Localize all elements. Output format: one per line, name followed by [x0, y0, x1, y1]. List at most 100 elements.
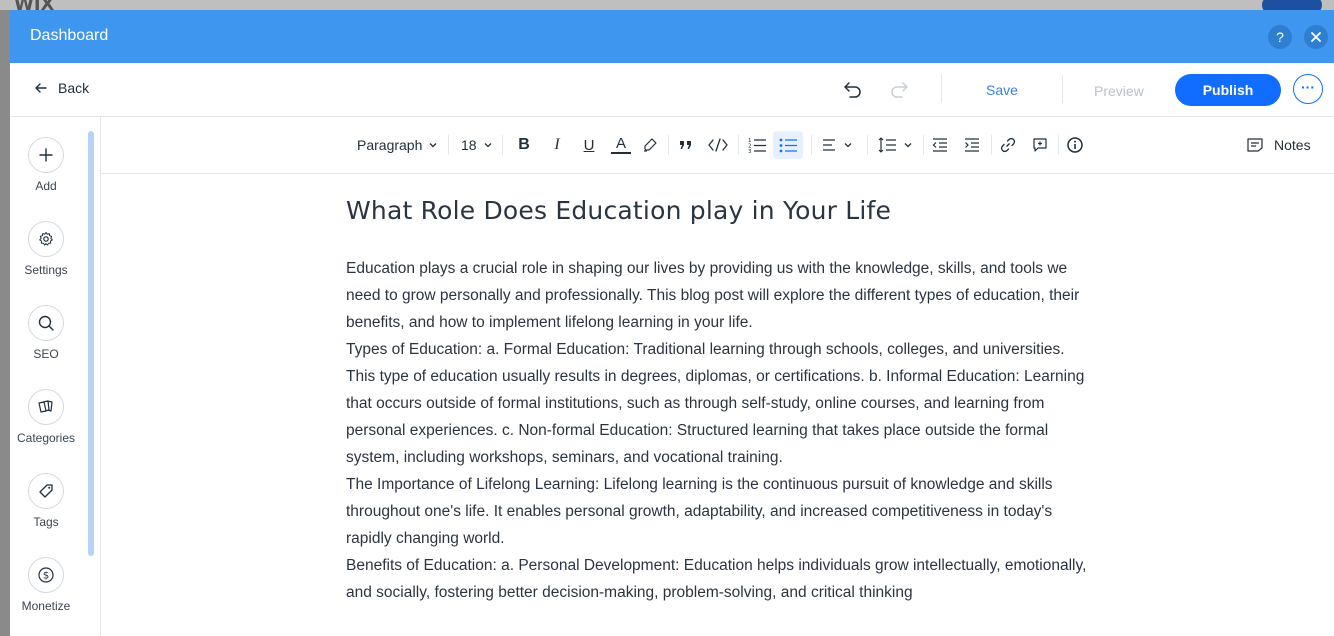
underline-icon: U — [583, 136, 595, 154]
outdent-icon — [932, 138, 947, 152]
svg-text:$: $ — [43, 571, 49, 582]
bold-button[interactable]: B — [514, 135, 534, 155]
question-icon: ? — [1276, 29, 1284, 45]
post-body[interactable]: Education plays a crucial role in shapin… — [346, 255, 1091, 606]
paragraph[interactable]: The Importance of Lifelong Learning: Lif… — [346, 471, 1091, 552]
redo-icon[interactable] — [889, 78, 911, 100]
bullet-list-icon — [779, 138, 797, 153]
sidebar-item-label: Settings — [24, 263, 68, 277]
line-spacing-dropdown[interactable] — [877, 135, 913, 155]
sidebar-item-label: Categories — [16, 431, 76, 445]
sidebar-item-label: Tags — [33, 515, 59, 529]
toolbar-divider — [811, 135, 812, 155]
line-spacing-icon — [878, 137, 896, 153]
increase-indent-button[interactable] — [963, 135, 981, 155]
sidebar-item-settings[interactable]: Settings — [10, 221, 82, 277]
chevron-down-icon — [904, 143, 912, 148]
monetize-circle: $ — [28, 557, 64, 593]
alignment-dropdown[interactable] — [821, 135, 853, 155]
topbar-divider — [1062, 75, 1063, 103]
comment-button[interactable] — [1031, 135, 1049, 155]
comment-icon — [1033, 138, 1047, 152]
notes-label: Notes — [1274, 137, 1311, 153]
italic-button[interactable]: I — [547, 135, 567, 155]
dollar-icon: $ — [38, 567, 54, 583]
publish-button[interactable]: Publish — [1175, 74, 1281, 106]
editor-modal: Dashboard ? Back Save Preview Publish ··… — [10, 10, 1334, 636]
paragraph[interactable]: Benefits of Education: a. Personal Devel… — [346, 552, 1091, 606]
bullet-list-button[interactable] — [773, 131, 803, 159]
sidebar-item-monetize[interactable]: $ Monetize — [10, 557, 82, 613]
info-button[interactable] — [1066, 135, 1084, 155]
editor-sidebar: Add Settings SEO Categories Tags $ Monet… — [10, 117, 101, 636]
decrease-indent-button[interactable] — [931, 135, 949, 155]
tags-circle — [28, 473, 64, 509]
toolbar-divider — [502, 135, 503, 155]
plus-icon — [39, 148, 53, 162]
font-size-dropdown[interactable]: 18 — [461, 135, 493, 155]
code-icon — [708, 138, 728, 152]
categories-icon — [38, 400, 53, 413]
sidebar-item-label: SEO — [33, 347, 59, 361]
underline-button[interactable]: U — [579, 135, 599, 155]
code-button[interactable] — [707, 135, 729, 155]
add-circle — [28, 137, 64, 173]
search-icon — [38, 315, 54, 331]
text-color-button[interactable]: A — [611, 135, 631, 154]
align-left-icon — [823, 139, 835, 151]
paragraph-style-dropdown[interactable]: Paragraph — [357, 135, 438, 155]
post-title[interactable]: What Role Does Education play in Your Li… — [346, 196, 1106, 225]
editor-content[interactable]: What Role Does Education play in Your Li… — [101, 174, 1334, 636]
preview-button[interactable]: Preview — [1094, 83, 1144, 99]
link-icon — [1000, 137, 1016, 153]
save-button[interactable]: Save — [986, 82, 1018, 98]
toolbar-divider — [1058, 135, 1059, 155]
formatting-toolbar: Paragraph 18 B I U A 1 2 3 Notes — [101, 117, 1334, 174]
settings-circle — [28, 221, 64, 257]
more-options-button[interactable]: ··· — [1293, 74, 1323, 104]
back-button[interactable]: Back — [34, 80, 89, 96]
notes-button[interactable]: Notes — [1246, 135, 1311, 155]
svg-text:3: 3 — [748, 149, 752, 154]
modal-title: Dashboard — [30, 27, 109, 44]
toolbar-divider — [923, 135, 924, 155]
font-size-value: 18 — [461, 137, 477, 153]
quote-icon — [680, 141, 691, 149]
toolbar-divider — [448, 135, 449, 155]
chevron-down-icon — [484, 143, 492, 148]
numbered-list-button[interactable]: 1 2 3 — [747, 135, 767, 155]
highlight-button[interactable] — [641, 135, 659, 155]
sidebar-item-label: Add — [35, 179, 57, 193]
sidebar-item-tags[interactable]: Tags — [10, 473, 82, 529]
numbered-list-icon: 1 2 3 — [748, 138, 766, 154]
back-label: Back — [58, 80, 90, 96]
seo-circle — [28, 305, 64, 341]
quote-button[interactable] — [677, 135, 695, 155]
arrow-left-icon — [35, 83, 47, 93]
paragraph[interactable]: Types of Education: a. Formal Education:… — [346, 336, 1091, 471]
italic-icon: I — [554, 136, 560, 153]
editor-topbar: Back Save Preview Publish ··· — [10, 63, 1334, 117]
undo-icon[interactable] — [841, 78, 863, 100]
close-button[interactable] — [1304, 25, 1328, 49]
link-button[interactable] — [999, 135, 1017, 155]
gear-icon — [39, 232, 53, 246]
chevron-down-icon — [429, 143, 437, 148]
sidebar-scrollbar[interactable] — [88, 131, 94, 556]
paragraph[interactable]: Education plays a crucial role in shapin… — [346, 255, 1091, 336]
topbar-divider — [941, 75, 942, 103]
close-icon — [1311, 32, 1321, 42]
modal-titlebar: Dashboard ? — [10, 10, 1334, 63]
bold-icon: B — [518, 136, 530, 153]
sidebar-item-categories[interactable]: Categories — [10, 389, 82, 445]
sidebar-item-label: Monetize — [21, 599, 71, 613]
highlighter-icon — [644, 138, 657, 152]
toolbar-divider — [991, 135, 992, 155]
paragraph-style-value: Paragraph — [357, 137, 423, 153]
sidebar-item-seo[interactable]: SEO — [10, 305, 82, 361]
sidebar-item-add[interactable]: Add — [10, 137, 82, 193]
background-left — [0, 10, 10, 636]
text-color-icon: A — [615, 135, 626, 152]
help-button[interactable]: ? — [1268, 25, 1292, 49]
toolbar-divider — [668, 135, 669, 155]
